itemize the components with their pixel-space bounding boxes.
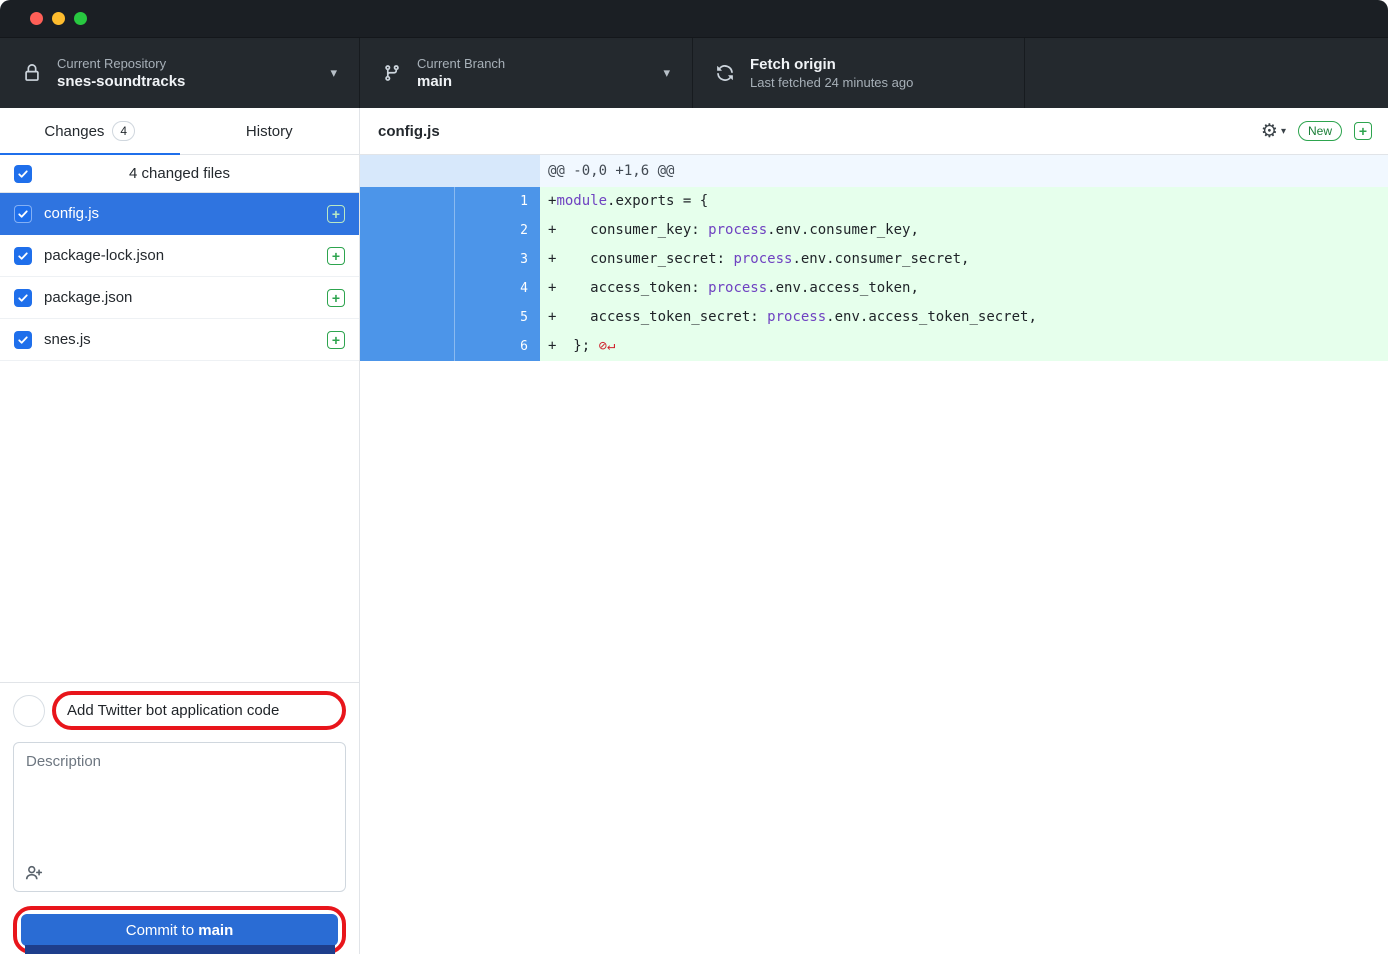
current-repository-dropdown[interactable]: Current Repository snes-soundtracks ▾ [0, 38, 360, 108]
file-checkbox[interactable] [14, 331, 32, 349]
repository-name: snes-soundtracks [57, 73, 185, 90]
file-row-package.json[interactable]: package.json + [0, 277, 359, 319]
sidebar-empty-area [0, 361, 359, 682]
diff-panel: @@ -0,0 +1,6 @@ 1+module.exports = {2+ c… [360, 155, 1388, 954]
added-file-icon: + [1354, 122, 1372, 140]
changes-count-badge: 4 [112, 121, 135, 141]
file-row-snes.js[interactable]: snes.js + [0, 319, 359, 361]
diff-line: 4+ access_token: process.env.access_toke… [360, 274, 1388, 303]
sync-icon [715, 64, 735, 82]
diff-code-line: +module.exports = { [540, 187, 1388, 216]
git-branch-icon [382, 64, 402, 82]
last-fetched-status: Last fetched 24 minutes ago [750, 75, 913, 90]
hunk-gutter [360, 155, 540, 187]
commit-button[interactable]: Commit to main [21, 914, 338, 946]
avatar [13, 695, 45, 727]
file-row-config.js[interactable]: config.js + [0, 193, 359, 235]
changed-files-summary-row: 4 changed files [0, 155, 359, 193]
gear-icon[interactable]: ⚙▾ [1261, 120, 1286, 143]
diff-code-line: + }; ⊘↵ [540, 332, 1388, 361]
diff-line: 3+ consumer_secret: process.env.consumer… [360, 245, 1388, 274]
diff-line: 5+ access_token_secret: process.env.acce… [360, 303, 1388, 332]
diff-line: 2+ consumer_key: process.env.consumer_ke… [360, 216, 1388, 245]
hunk-header-row: @@ -0,0 +1,6 @@ [360, 155, 1388, 187]
diff-file-header: config.js ⚙▾ New + [360, 108, 1388, 154]
app-window: Current Repository snes-soundtracks ▾ Cu… [0, 0, 1388, 954]
new-line-number: 5 [455, 303, 540, 332]
hunk-header-text: @@ -0,0 +1,6 @@ [540, 155, 1388, 187]
changed-files-summary-label: 4 changed files [129, 165, 230, 182]
titlebar [0, 0, 1388, 38]
file-status-added-icon: + [327, 205, 345, 223]
commit-summary-input[interactable] [56, 695, 342, 726]
changes-sidebar: 4 changed files config.js+package-lock.j… [0, 155, 360, 954]
select-all-checkbox[interactable] [14, 165, 32, 183]
commit-button-label: Commit to [126, 922, 194, 939]
tab-history-label: History [246, 123, 293, 140]
window-bottom-strip [25, 945, 335, 954]
sidebar-tabs: Changes 4 History [0, 108, 360, 154]
commit-panel: Commit to main [0, 682, 359, 954]
old-line-number [360, 332, 455, 361]
file-row-package-lock.json[interactable]: package-lock.json + [0, 235, 359, 277]
file-status-added-icon: + [327, 289, 345, 307]
file-checkbox[interactable] [14, 205, 32, 223]
current-branch-dropdown[interactable]: Current Branch main ▾ [360, 38, 693, 108]
diff-line: 6+ }; ⊘↵ [360, 332, 1388, 361]
file-status-added-icon: + [327, 331, 345, 349]
file-name: package.json [44, 289, 132, 306]
diff-code-line: + consumer_key: process.env.consumer_key… [540, 216, 1388, 245]
annotation-box-summary [52, 691, 346, 730]
file-list: config.js+package-lock.json+package.json… [0, 193, 359, 361]
diff-code-line: + access_token_secret: process.env.acces… [540, 303, 1388, 332]
add-coauthor-icon[interactable] [25, 864, 43, 882]
tab-changes[interactable]: Changes 4 [0, 108, 180, 154]
commit-button-branch: main [198, 922, 233, 939]
commit-description-box[interactable] [13, 742, 346, 892]
diff-lines: 1+module.exports = {2+ consumer_key: pro… [360, 187, 1388, 361]
new-line-number: 4 [455, 274, 540, 303]
diff-file-name: config.js [378, 123, 440, 140]
branch-label: Current Branch [417, 56, 505, 71]
subheader: Changes 4 History config.js ⚙▾ New + [0, 108, 1388, 155]
diff-code-line: + access_token: process.env.access_token… [540, 274, 1388, 303]
file-name: config.js [44, 205, 99, 222]
fetch-origin-button[interactable]: Fetch origin Last fetched 24 minutes ago [693, 38, 1025, 108]
new-line-number: 3 [455, 245, 540, 274]
main-content: 4 changed files config.js+package-lock.j… [0, 155, 1388, 954]
file-status-added-icon: + [327, 247, 345, 265]
minimize-button[interactable] [52, 12, 65, 25]
file-checkbox[interactable] [14, 289, 32, 307]
tab-history[interactable]: History [180, 108, 360, 154]
diff-line: 1+module.exports = { [360, 187, 1388, 216]
toolbar: Current Repository snes-soundtracks ▾ Cu… [0, 38, 1388, 108]
chevron-down-icon: ▾ [330, 65, 337, 81]
branch-name: main [417, 73, 505, 90]
fetch-origin-label: Fetch origin [750, 56, 913, 73]
old-line-number [360, 245, 455, 274]
diff-code-line: + consumer_secret: process.env.consumer_… [540, 245, 1388, 274]
zoom-button[interactable] [74, 12, 87, 25]
old-line-number [360, 216, 455, 245]
file-name: snes.js [44, 331, 91, 348]
new-file-badge: New [1298, 121, 1342, 141]
repository-label: Current Repository [57, 56, 185, 71]
file-name: package-lock.json [44, 247, 164, 264]
chevron-down-icon: ▾ [1281, 126, 1286, 137]
new-line-number: 1 [455, 187, 540, 216]
new-line-number: 2 [455, 216, 540, 245]
old-line-number [360, 274, 455, 303]
lock-icon [22, 64, 42, 82]
tab-changes-label: Changes [44, 123, 104, 140]
commit-description-input[interactable] [14, 743, 345, 851]
close-button[interactable] [30, 12, 43, 25]
old-line-number [360, 303, 455, 332]
file-checkbox[interactable] [14, 247, 32, 265]
chevron-down-icon: ▾ [663, 65, 670, 81]
old-line-number [360, 187, 455, 216]
new-line-number: 6 [455, 332, 540, 361]
